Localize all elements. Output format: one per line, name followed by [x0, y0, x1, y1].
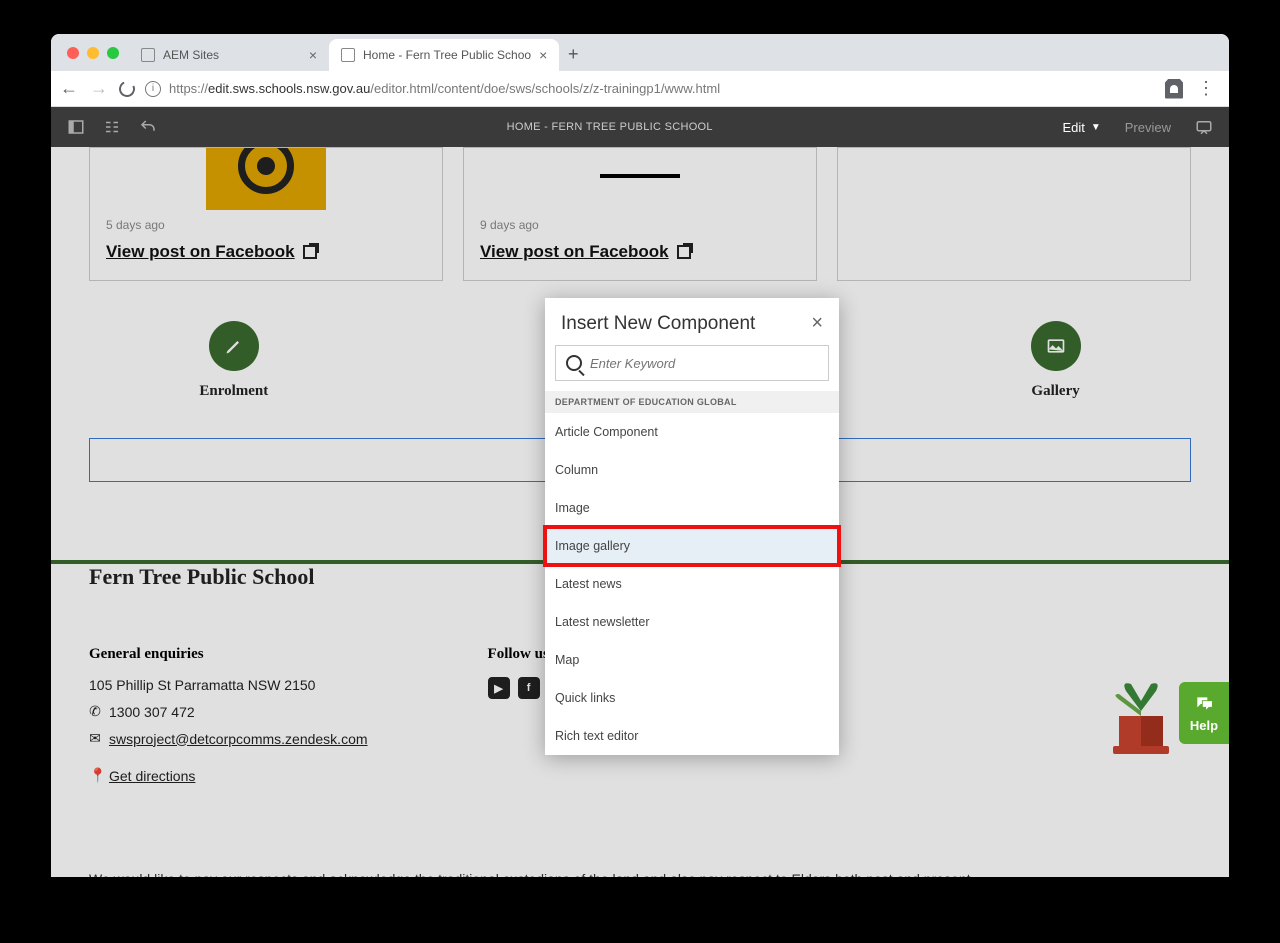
directions-link[interactable]: Get directions [109, 768, 195, 784]
search-field[interactable] [555, 345, 829, 381]
page-title: HOME - FERN TREE PUBLIC SCHOOL [157, 121, 1062, 133]
facebook-card-empty [837, 147, 1191, 281]
close-tab-icon[interactable]: × [539, 47, 547, 63]
email-link[interactable]: swsproject@detcorpcomms.zendesk.com [109, 731, 368, 747]
card-image [206, 148, 326, 210]
mail-icon: ✉ [89, 730, 101, 747]
window-controls[interactable] [61, 47, 129, 71]
card-image [480, 148, 800, 210]
browser-tab-aem-sites[interactable]: AEM Sites × [129, 39, 329, 71]
search-icon [566, 355, 582, 371]
address-line: 105 Phillip St Parramatta NSW 2150 [89, 677, 368, 693]
timestamp: 5 days ago [106, 218, 426, 232]
footer-col-follow: Follow us ▶ f [488, 646, 549, 794]
pencil-icon [224, 336, 244, 356]
url-input[interactable]: i https://edit.sws.schools.nsw.gov.au/ed… [145, 81, 1155, 97]
tab-bar: AEM Sites × Home - Fern Tree Public Scho… [51, 34, 1229, 71]
undo-icon[interactable] [139, 118, 157, 136]
forward-button[interactable]: → [89, 78, 109, 99]
component-item-image[interactable]: Image [545, 489, 839, 527]
reload-button[interactable] [117, 78, 138, 99]
dialog-title: Insert New Component [561, 313, 755, 335]
back-button[interactable]: ← [59, 78, 79, 99]
insert-component-dialog: Insert New Component × DEPARTMENT OF EDU… [545, 298, 839, 755]
component-item-article[interactable]: Article Component [545, 413, 839, 451]
chevron-down-icon: ▼ [1091, 122, 1101, 133]
external-link-icon [677, 245, 691, 259]
close-tab-icon[interactable]: × [309, 47, 317, 63]
plant-illustration [1091, 666, 1191, 771]
annotate-icon[interactable] [1195, 118, 1213, 136]
component-item-column[interactable]: Column [545, 451, 839, 489]
image-icon [1046, 336, 1066, 356]
facebook-card: 5 days ago View post on Facebook [89, 147, 443, 281]
directions-line: 📍 Get directions [89, 767, 368, 784]
component-item-map[interactable]: Map [545, 641, 839, 679]
close-window-icon[interactable] [67, 47, 79, 59]
view-post-link[interactable]: View post on Facebook [106, 242, 317, 262]
phone-line: ✆1300 307 472 [89, 703, 368, 720]
quick-link[interactable] [489, 321, 539, 400]
page-info-icon[interactable] [103, 118, 121, 136]
file-icon [341, 48, 355, 62]
component-item-latest-newsletter[interactable]: Latest newsletter [545, 603, 839, 641]
minimize-window-icon[interactable] [87, 47, 99, 59]
follow-heading: Follow us [488, 646, 549, 663]
help-button[interactable]: Help [1179, 682, 1229, 744]
timestamp: 9 days ago [480, 218, 800, 232]
zoom-window-icon[interactable] [107, 47, 119, 59]
external-link-icon [303, 245, 317, 259]
mode-edit-button[interactable]: Edit ▼ [1062, 120, 1100, 135]
acknowledgement-text: We would like to pay our respects and ac… [89, 844, 1191, 877]
component-item-image-gallery[interactable]: Image gallery [545, 527, 839, 565]
browser-actions: ⋮ [1165, 78, 1221, 99]
tab-title: Home - Fern Tree Public Schoo [363, 48, 531, 62]
enquiries-heading: General enquiries [89, 646, 368, 663]
address-bar: ← → i https://edit.sws.schools.nsw.gov.a… [51, 71, 1229, 107]
close-dialog-button[interactable]: × [811, 312, 823, 335]
browser-menu-icon[interactable]: ⋮ [1197, 78, 1215, 99]
component-category: DEPARTMENT OF EDUCATION GLOBAL [545, 391, 839, 413]
facebook-icon[interactable]: f [518, 677, 540, 699]
footer-col-enquiries: General enquiries 105 Phillip St Parrama… [89, 646, 368, 794]
chat-icon [1192, 694, 1216, 714]
youtube-icon[interactable]: ▶ [488, 677, 510, 699]
browser-tab-home[interactable]: Home - Fern Tree Public Schoo × [329, 39, 559, 71]
component-item-quick-links[interactable]: Quick links [545, 679, 839, 717]
component-item-rich-text[interactable]: Rich text editor [545, 717, 839, 755]
quick-link-gallery[interactable]: Gallery [1031, 321, 1081, 400]
aem-toolbar: HOME - FERN TREE PUBLIC SCHOOL Edit ▼ Pr… [51, 107, 1229, 147]
component-item-latest-news[interactable]: Latest news [545, 565, 839, 603]
facebook-card: 9 days ago View post on Facebook [463, 147, 817, 281]
email-line: ✉ swsproject@detcorpcomms.zendesk.com [89, 730, 368, 747]
phone-icon: ✆ [89, 703, 101, 720]
side-panel-icon[interactable] [67, 118, 85, 136]
view-post-link[interactable]: View post on Facebook [480, 242, 691, 262]
mode-preview-button[interactable]: Preview [1125, 120, 1171, 135]
search-input[interactable] [590, 356, 818, 371]
tab-title: AEM Sites [163, 48, 219, 62]
pin-icon: 📍 [89, 767, 101, 784]
site-info-icon[interactable]: i [145, 81, 161, 97]
file-icon [141, 48, 155, 62]
quick-link-enrolment[interactable]: Enrolment [199, 321, 268, 400]
profile-icon[interactable] [1165, 79, 1183, 99]
browser-window: AEM Sites × Home - Fern Tree Public Scho… [51, 34, 1229, 877]
new-tab-button[interactable]: + [559, 44, 587, 71]
